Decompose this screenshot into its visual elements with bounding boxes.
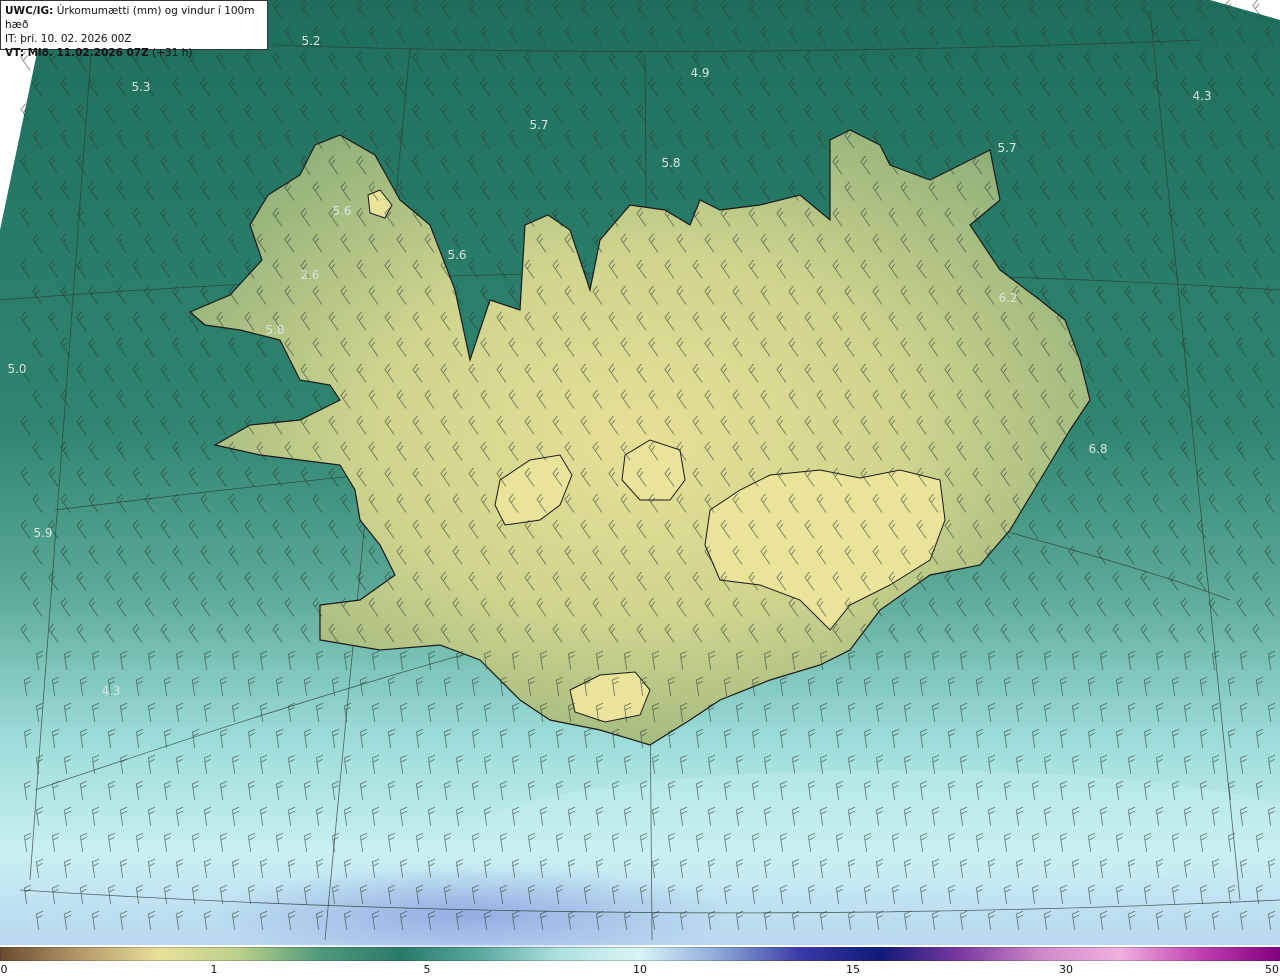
- init-time: IT: þri. 10. 02. 2026 00Z: [5, 33, 132, 45]
- map-value-label: 5.0: [7, 362, 26, 376]
- map-value-label: 5.3: [131, 80, 150, 94]
- map-value-label: 5.9: [33, 526, 52, 540]
- header-line-1: UWC/IG: Úrkomumætti (mm) og vindur í 100…: [5, 4, 263, 32]
- map-value-label: 5.6: [447, 248, 466, 262]
- colorbar-tick-label: 10: [633, 963, 647, 976]
- precip-colorbar: [0, 947, 1280, 961]
- map-value-label: 4.3: [101, 684, 120, 698]
- header-line-3: VT: Mið. 11.02.2026 07Z (+31 h): [5, 46, 263, 60]
- forecast-map: 5.2 4.9 5.3 4.3 5.7 5.7 5.8 5.6 5.6 2.6 6.2 5.8 5.0 6…: [0, 0, 1280, 965]
- colorbar-tick-label: 0: [0, 963, 8, 976]
- map-value-label: 5.2: [301, 34, 320, 48]
- map-value-label: 4.9: [690, 66, 709, 80]
- map-value-label: 2.6: [300, 268, 319, 282]
- map-value-label: 6.2: [998, 291, 1017, 305]
- colorbar-tick-label: 5: [423, 963, 431, 976]
- colorbar-tick-label: 15: [846, 963, 860, 976]
- map-header: UWC/IG: Úrkomumætti (mm) og vindur í 100…: [0, 0, 268, 59]
- map-value-label: 5.6: [332, 204, 351, 218]
- map-value-label: 6.8: [1088, 442, 1107, 456]
- forecast-offset: (+31 h): [152, 47, 193, 59]
- valid-time: VT: Mið. 11.02.2026 07Z: [5, 47, 149, 59]
- colorbar-tick-label: 1: [210, 963, 218, 976]
- map-value-label: 4.3: [1192, 89, 1211, 103]
- map-value-label: 5.8: [661, 156, 680, 170]
- map-value-label: 5.7: [529, 118, 548, 132]
- map-value-label: 5.8: [265, 323, 284, 337]
- colorbar-tick-label: 30: [1059, 963, 1073, 976]
- colorbar-tick-label: 50: [1265, 963, 1279, 976]
- colorbar-fill: [0, 947, 1280, 961]
- model-prefix: UWC/IG:: [5, 5, 54, 17]
- map-value-label: 5.7: [997, 141, 1016, 155]
